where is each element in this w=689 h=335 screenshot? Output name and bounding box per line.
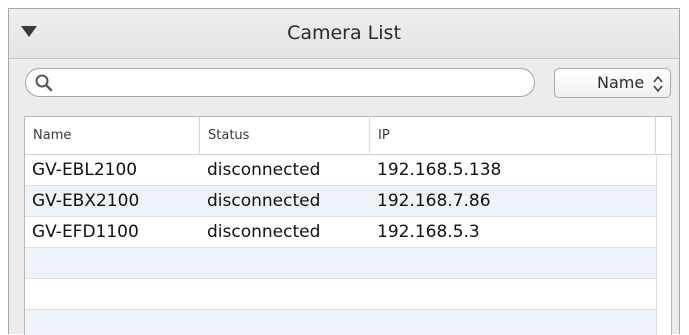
column-header-name[interactable]: Name xyxy=(25,117,200,154)
camera-table: Name Status IP GV-EBL2100 disconnected 1… xyxy=(24,116,672,335)
cell-name: GV-EFD1100 xyxy=(32,222,139,242)
table-row-empty xyxy=(25,310,656,335)
table-row-empty xyxy=(25,279,656,310)
cell-name: GV-EBL2100 xyxy=(32,160,138,180)
cell-status: disconnected xyxy=(207,160,321,180)
panel-titlebar: Camera List xyxy=(9,9,679,59)
table-row[interactable]: GV-EBL2100 disconnected 192.168.5.138 xyxy=(25,155,656,186)
table-row[interactable]: GV-EBX2100 disconnected 192.168.7.86 xyxy=(25,186,656,217)
cell-status: disconnected xyxy=(207,191,321,211)
column-header-status[interactable]: Status xyxy=(200,117,370,154)
panel-title: Camera List xyxy=(287,22,401,44)
table-header: Name Status IP xyxy=(25,117,671,155)
up-down-arrows-icon xyxy=(653,75,663,93)
table-row-empty xyxy=(25,248,656,279)
table-row[interactable]: GV-EFD1100 disconnected 192.168.5.3 xyxy=(25,217,656,248)
cell-name: GV-EBX2100 xyxy=(32,191,140,211)
sort-selected-value: Name xyxy=(597,73,645,92)
sort-select[interactable]: Name xyxy=(554,68,671,98)
vertical-scrollbar[interactable] xyxy=(656,155,671,335)
search-input[interactable] xyxy=(58,69,522,96)
cell-status: disconnected xyxy=(207,222,321,242)
cell-ip: 192.168.5.3 xyxy=(377,222,480,242)
table-body: GV-EBL2100 disconnected 192.168.5.138 GV… xyxy=(25,155,656,335)
cell-ip: 192.168.5.138 xyxy=(377,160,502,180)
search-field[interactable] xyxy=(25,68,535,97)
search-icon xyxy=(35,74,53,92)
column-header-ip[interactable]: IP xyxy=(370,117,656,154)
column-header-filler xyxy=(656,117,671,154)
camera-list-panel: Camera List Name Name Status IP GV-EBL21… xyxy=(8,8,680,335)
cell-ip: 192.168.7.86 xyxy=(377,191,491,211)
